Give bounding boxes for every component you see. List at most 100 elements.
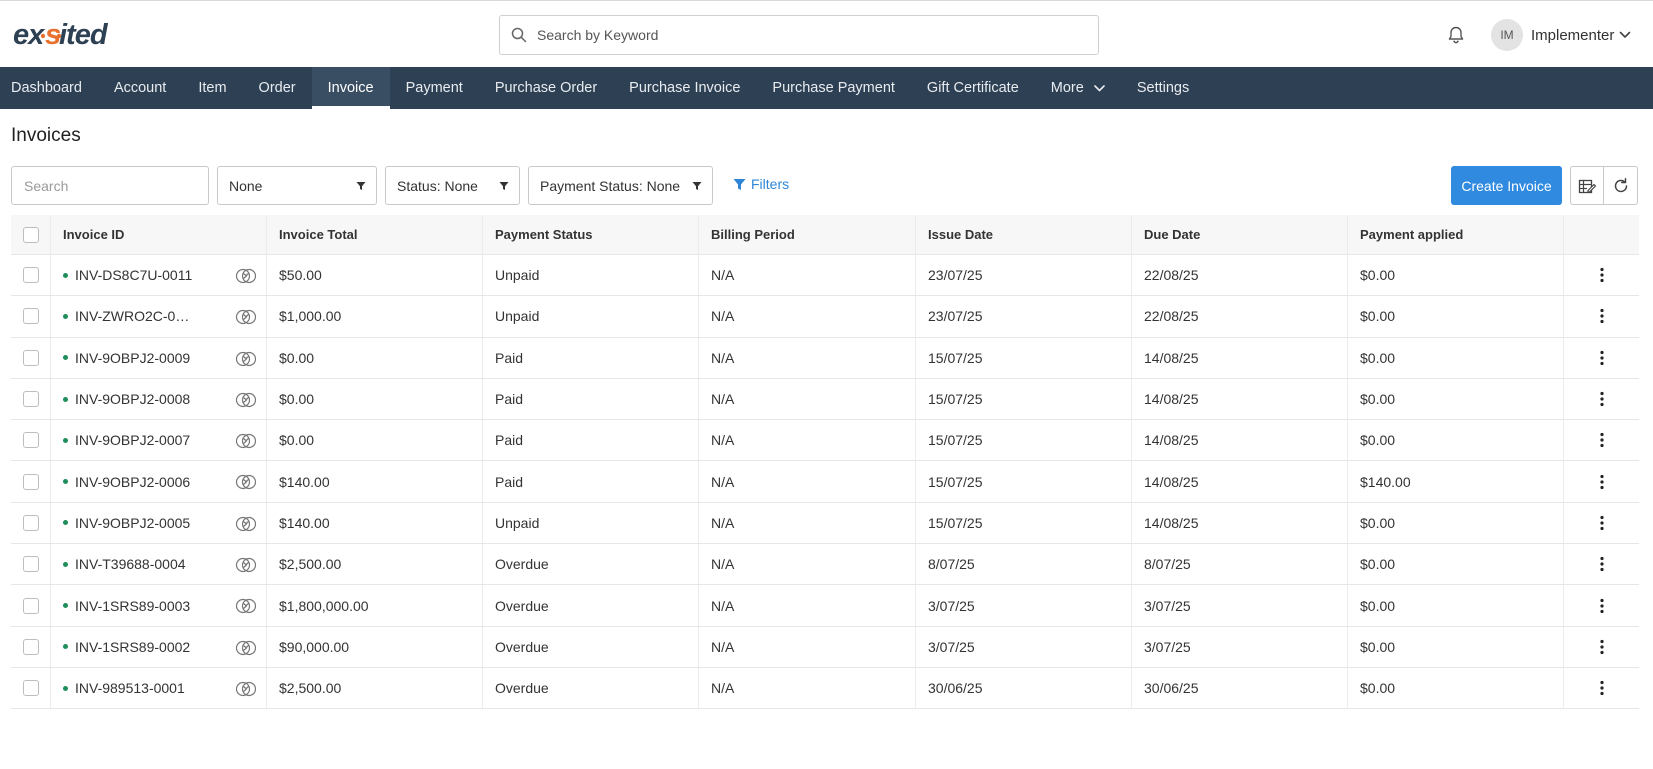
- more-vertical-icon[interactable]: [1599, 391, 1604, 407]
- more-vertical-icon[interactable]: [1599, 350, 1604, 366]
- table-row[interactable]: INV-1SRS89-0003 $1,800,000.00 Overdue N/…: [11, 585, 1639, 627]
- invoice-id-link[interactable]: INV-9OBPJ2-0007: [75, 432, 193, 448]
- sync-icon[interactable]: [235, 597, 257, 615]
- sync-icon[interactable]: [235, 639, 257, 657]
- invoice-id-cell: INV-9OBPJ2-0008: [51, 378, 267, 420]
- invoice-id-link[interactable]: INV-9OBPJ2-0006: [75, 474, 193, 490]
- sync-icon[interactable]: [235, 432, 257, 450]
- payment-status-select[interactable]: Payment Status: None: [528, 166, 713, 205]
- avatar[interactable]: IM: [1491, 19, 1523, 51]
- global-search-input[interactable]: [537, 27, 1077, 43]
- sync-icon[interactable]: [235, 556, 257, 574]
- table-row[interactable]: INV-T39688-0004 $2,500.00 Overdue N/A 8/…: [11, 544, 1639, 586]
- chevron-down-icon[interactable]: [1619, 31, 1631, 39]
- table-row[interactable]: INV-9OBPJ2-0008 $0.00 Paid N/A 15/07/25 …: [11, 378, 1639, 421]
- invoice-id-link[interactable]: INV-9OBPJ2-0008: [75, 391, 193, 407]
- nav-item-dashboard[interactable]: Dashboard: [0, 67, 98, 109]
- invoice-id-link[interactable]: INV-989513-0001: [75, 680, 193, 696]
- row-checkbox[interactable]: [22, 680, 39, 697]
- row-checkbox[interactable]: [22, 556, 39, 573]
- sync-icon[interactable]: [235, 515, 257, 533]
- nav-item-purchase-order[interactable]: Purchase Order: [479, 67, 613, 109]
- invoice-id-link[interactable]: INV-T39688-0004: [75, 556, 193, 572]
- bell-icon[interactable]: [1446, 25, 1466, 45]
- nav-item-order[interactable]: Order: [243, 67, 312, 109]
- table-row[interactable]: INV-9OBPJ2-0009 $0.00 Paid N/A 15/07/25 …: [11, 337, 1639, 379]
- nav-item-account[interactable]: Account: [98, 67, 182, 109]
- column-header-due-date[interactable]: Due Date: [1132, 215, 1348, 254]
- status-select[interactable]: Status: None: [385, 166, 520, 205]
- table-row[interactable]: INV-1SRS89-0002 $90,000.00 Overdue N/A 3…: [11, 626, 1639, 668]
- sync-icon[interactable]: [235, 350, 257, 368]
- issue-date-cell: 15/07/25: [916, 461, 1132, 502]
- sync-icon[interactable]: [235, 391, 257, 409]
- status-dot: [63, 272, 68, 278]
- column-header-invoice-id[interactable]: Invoice ID: [51, 215, 267, 254]
- user-name[interactable]: Implementer: [1531, 27, 1614, 44]
- sync-icon[interactable]: [235, 308, 257, 326]
- table-row[interactable]: INV-ZWRO2C-00... $1,000.00 Unpaid N/A 23…: [11, 296, 1639, 338]
- table-row[interactable]: INV-9OBPJ2-0006 $140.00 Paid N/A 15/07/2…: [11, 461, 1639, 503]
- nav-item-purchase-invoice[interactable]: Purchase Invoice: [613, 67, 756, 109]
- table-search-input[interactable]: [12, 167, 208, 204]
- sync-icon[interactable]: [235, 680, 257, 698]
- row-select-cell: [11, 296, 51, 337]
- row-checkbox[interactable]: [22, 391, 39, 408]
- row-checkbox[interactable]: [22, 308, 39, 325]
- more-vertical-icon[interactable]: [1599, 515, 1604, 531]
- nav-item-payment[interactable]: Payment: [390, 67, 479, 109]
- more-vertical-icon[interactable]: [1599, 556, 1604, 572]
- payment-applied-cell: $0.00: [1348, 420, 1564, 461]
- row-checkbox[interactable]: [22, 349, 39, 366]
- more-vertical-icon[interactable]: [1599, 474, 1604, 490]
- edit-columns-button[interactable]: [1570, 166, 1604, 205]
- global-search[interactable]: [499, 15, 1099, 55]
- more-vertical-icon[interactable]: [1599, 267, 1604, 283]
- row-checkbox[interactable]: [22, 473, 39, 490]
- column-header-payment-status[interactable]: Payment Status: [483, 215, 699, 254]
- invoice-id-link[interactable]: INV-ZWRO2C-00...: [75, 308, 193, 324]
- table-row[interactable]: INV-9OBPJ2-0005 $140.00 Unpaid N/A 15/07…: [11, 502, 1639, 545]
- row-checkbox[interactable]: [22, 514, 39, 531]
- table-row[interactable]: INV-989513-0001 $2,500.00 Overdue N/A 30…: [11, 667, 1639, 710]
- row-checkbox[interactable]: [22, 638, 39, 655]
- more-vertical-icon[interactable]: [1599, 432, 1604, 448]
- table-row[interactable]: INV-DS8C7U-0011 $50.00 Unpaid N/A 23/07/…: [11, 255, 1639, 297]
- more-vertical-icon[interactable]: [1599, 680, 1604, 696]
- nav-item-invoice[interactable]: Invoice: [311, 67, 390, 109]
- view-select[interactable]: None: [217, 166, 377, 205]
- sync-icon[interactable]: [235, 473, 257, 491]
- nav-item-settings[interactable]: Settings: [1121, 67, 1205, 109]
- invoice-id-link[interactable]: INV-9OBPJ2-0005: [75, 515, 193, 531]
- column-header-invoice-total[interactable]: Invoice Total: [267, 215, 483, 254]
- table-search[interactable]: [11, 166, 209, 205]
- nav-item-more[interactable]: More: [1035, 67, 1121, 109]
- table-row[interactable]: INV-9OBPJ2-0007 $0.00 Paid N/A 15/07/25 …: [11, 420, 1639, 462]
- create-invoice-button[interactable]: Create Invoice: [1451, 166, 1562, 205]
- invoice-id-link[interactable]: INV-9OBPJ2-0009: [75, 350, 193, 366]
- select-all-cell: [11, 215, 51, 254]
- payment-status-cell: Paid: [483, 420, 699, 461]
- invoice-id-link[interactable]: INV-DS8C7U-0011: [75, 267, 193, 283]
- row-checkbox[interactable]: [22, 267, 39, 284]
- select-all-checkbox[interactable]: [22, 226, 39, 243]
- nav-item-gift-certificate[interactable]: Gift Certificate: [911, 67, 1035, 109]
- more-vertical-icon[interactable]: [1599, 598, 1604, 614]
- nav-item-purchase-payment[interactable]: Purchase Payment: [756, 67, 911, 109]
- refresh-button[interactable]: [1603, 166, 1638, 205]
- column-header-payment-applied[interactable]: Payment applied: [1348, 215, 1564, 254]
- sync-icon[interactable]: [235, 267, 257, 285]
- more-vertical-icon[interactable]: [1599, 639, 1604, 655]
- svg-text:ited: ited: [59, 19, 109, 51]
- more-vertical-icon[interactable]: [1599, 308, 1604, 324]
- status-dot: [63, 396, 68, 402]
- row-checkbox[interactable]: [22, 432, 39, 449]
- app-logo[interactable]: ex s ited: [13, 17, 133, 51]
- invoice-id-link[interactable]: INV-1SRS89-0002: [75, 639, 193, 655]
- filters-button[interactable]: Filters: [733, 176, 789, 192]
- row-checkbox[interactable]: [22, 597, 39, 614]
- column-header-billing-period[interactable]: Billing Period: [699, 215, 916, 254]
- invoice-id-link[interactable]: INV-1SRS89-0003: [75, 598, 193, 614]
- nav-item-item[interactable]: Item: [182, 67, 242, 109]
- column-header-issue-date[interactable]: Issue Date: [916, 215, 1132, 254]
